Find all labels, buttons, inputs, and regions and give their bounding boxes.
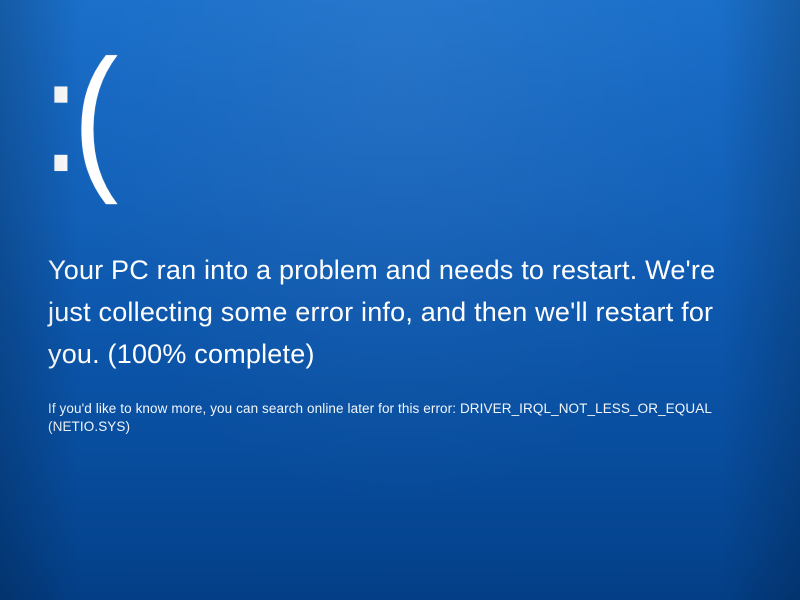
bsod-detail: If you'd like to know more, you can sear…: [48, 400, 752, 438]
sad-face-icon: :(: [42, 36, 646, 196]
bsod-screen: :( Your PC ran into a problem and needs …: [0, 0, 800, 600]
bsod-message: Your PC ran into a problem and needs to …: [48, 250, 748, 376]
